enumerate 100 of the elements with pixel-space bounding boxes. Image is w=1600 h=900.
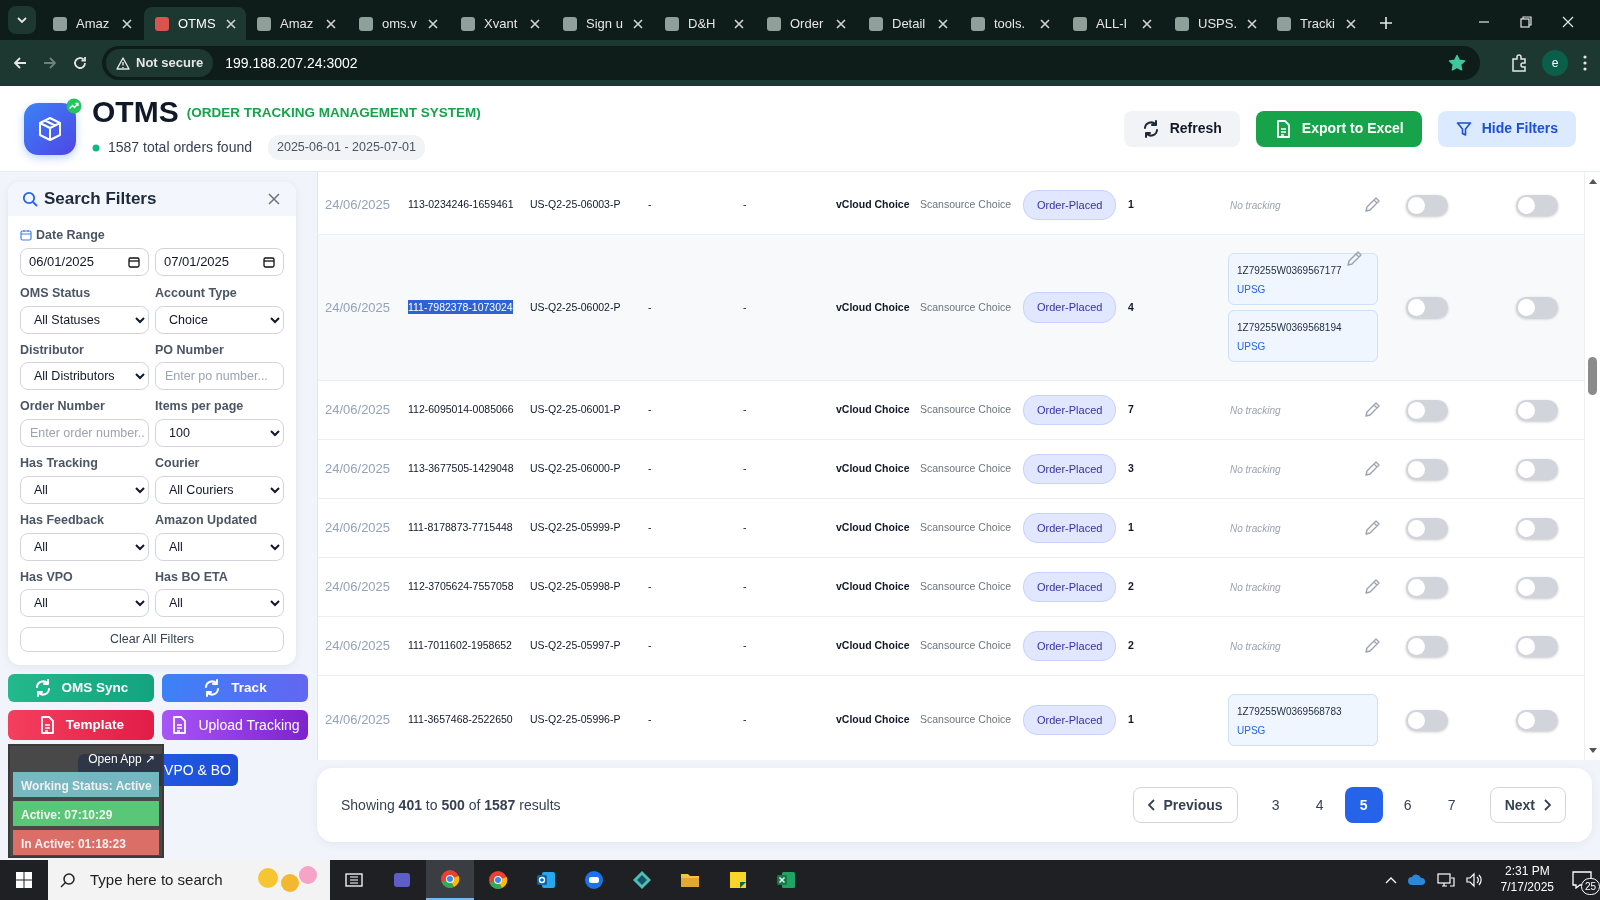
close-icon[interactable] xyxy=(1038,16,1052,31)
restore-icon[interactable] xyxy=(1520,16,1532,28)
close-icon[interactable] xyxy=(936,16,950,31)
toggle-switch[interactable] xyxy=(1516,576,1558,598)
close-icon[interactable] xyxy=(1140,16,1154,31)
browser-tab[interactable]: Xvant xyxy=(450,7,552,40)
page-button[interactable]: 7 xyxy=(1432,787,1471,823)
puzzle-icon[interactable] xyxy=(1510,54,1528,72)
toggle-switch[interactable] xyxy=(1406,399,1448,421)
scroll-down-icon[interactable] xyxy=(1587,748,1598,754)
close-icon[interactable] xyxy=(426,16,440,31)
next-button[interactable]: Next xyxy=(1489,787,1566,823)
close-icon[interactable] xyxy=(120,16,134,31)
select-field[interactable]: Choice xyxy=(155,305,284,334)
app-icon[interactable] xyxy=(632,870,652,890)
address-bar[interactable]: Not secure 199.188.207.24:3002 xyxy=(102,46,1480,80)
profile-avatar[interactable]: e xyxy=(1542,50,1568,76)
menu-icon[interactable] xyxy=(1582,54,1588,72)
select-field[interactable]: All Distributors xyxy=(20,362,149,391)
scroll-thumb[interactable] xyxy=(1588,357,1597,395)
select-field[interactable]: All xyxy=(20,589,149,618)
browser-tab[interactable]: Amaz xyxy=(246,7,348,40)
action-button[interactable]: Track xyxy=(162,674,308,702)
previous-button[interactable]: Previous xyxy=(1132,787,1238,823)
note-icon[interactable] xyxy=(728,870,748,890)
taskbar-search[interactable]: Type here to search xyxy=(48,860,330,900)
toggle-switch[interactable] xyxy=(1516,458,1558,480)
hide-filters-button[interactable]: Hide Filters xyxy=(1437,110,1576,147)
browser-icon[interactable] xyxy=(488,870,508,890)
page-button[interactable]: 4 xyxy=(1300,787,1339,823)
close-icon[interactable] xyxy=(223,16,238,31)
browser-tab[interactable]: Sign u xyxy=(552,7,654,40)
mail-app-icon[interactable] xyxy=(536,870,556,890)
browser-tab[interactable]: oms.v xyxy=(348,7,450,40)
toggle-switch[interactable] xyxy=(1516,709,1558,731)
close-icon[interactable] xyxy=(732,16,746,31)
browser-tab[interactable]: USPS. xyxy=(1164,7,1266,40)
select-field[interactable]: All xyxy=(155,589,284,618)
scroll-up-icon[interactable] xyxy=(1587,178,1598,184)
browser-tab[interactable]: Tracki xyxy=(1266,7,1368,40)
browser-tab[interactable]: D&H xyxy=(654,7,756,40)
date-field[interactable]: 07/01/2025 xyxy=(155,247,284,276)
cloud-icon[interactable] xyxy=(1406,874,1427,886)
network-icon[interactable] xyxy=(1436,872,1455,888)
date-field[interactable]: 06/01/2025 xyxy=(20,247,149,276)
bookmark-star-icon[interactable] xyxy=(1448,54,1466,72)
select-field[interactable]: All Statuses xyxy=(20,305,149,334)
page-button[interactable]: 3 xyxy=(1256,787,1295,823)
close-icon[interactable] xyxy=(324,16,338,31)
action-button[interactable]: Template xyxy=(8,710,154,740)
action-button[interactable]: Upload Tracking xyxy=(162,710,308,740)
toggle-switch[interactable] xyxy=(1406,194,1448,216)
tab-list-button[interactable] xyxy=(8,6,36,34)
refresh-button[interactable]: Refresh xyxy=(1123,110,1240,147)
app-icon[interactable] xyxy=(584,870,604,890)
toggle-switch[interactable] xyxy=(1516,297,1558,318)
clock-date[interactable]: 7/17/2025 xyxy=(1500,880,1554,896)
input-field[interactable]: Enter order number.. xyxy=(20,419,149,447)
toggle-switch[interactable] xyxy=(1516,399,1558,421)
close-icon[interactable] xyxy=(1344,16,1358,31)
select-field[interactable]: All xyxy=(20,475,149,504)
chevron-up-icon[interactable] xyxy=(1384,876,1397,884)
close-icon[interactable] xyxy=(528,16,542,31)
browser-tab[interactable]: OTMS xyxy=(144,7,246,40)
close-icon[interactable] xyxy=(630,16,645,31)
toggle-switch[interactable] xyxy=(1406,635,1448,657)
toggle-switch[interactable] xyxy=(1516,517,1558,539)
browser-tab[interactable]: Amaz xyxy=(42,7,144,40)
toggle-switch[interactable] xyxy=(1406,297,1448,318)
select-field[interactable]: All xyxy=(155,532,284,561)
page-button[interactable]: 5 xyxy=(1344,787,1383,823)
close-icon[interactable] xyxy=(834,16,848,31)
browser-tab[interactable]: Order xyxy=(756,7,858,40)
close-icon[interactable] xyxy=(1245,16,1259,31)
speaker-icon[interactable] xyxy=(1464,872,1483,888)
new-tab-icon[interactable] xyxy=(1378,15,1394,31)
browser-icon[interactable] xyxy=(440,869,460,889)
back-icon[interactable] xyxy=(12,55,28,71)
toggle-switch[interactable] xyxy=(1406,576,1448,598)
browser-tab[interactable]: tools. xyxy=(960,7,1062,40)
toggle-switch[interactable] xyxy=(1516,194,1558,216)
toggle-switch[interactable] xyxy=(1516,635,1558,657)
scrollbar[interactable] xyxy=(1584,172,1600,760)
page-button[interactable]: 6 xyxy=(1388,787,1427,823)
toggle-switch[interactable] xyxy=(1406,517,1448,539)
clock-time[interactable]: 2:31 PM xyxy=(1500,864,1554,880)
select-field[interactable]: All Couriers xyxy=(155,475,284,504)
clear-filters-button[interactable]: Clear All Filters xyxy=(20,627,284,653)
select-field[interactable]: 100 xyxy=(155,419,284,447)
spreadsheet-app-icon[interactable] xyxy=(776,870,796,890)
forward-icon[interactable] xyxy=(42,55,58,71)
open-app-link[interactable]: Open App ↗ xyxy=(13,746,159,768)
toggle-switch[interactable] xyxy=(1406,709,1448,731)
security-chip[interactable]: Not secure xyxy=(106,49,214,77)
toggle-switch[interactable] xyxy=(1406,458,1448,480)
browser-tab[interactable]: ALL-I xyxy=(1062,7,1164,40)
task-view-icon[interactable] xyxy=(344,870,364,890)
input-field[interactable]: Enter po number... xyxy=(155,362,284,391)
select-field[interactable]: All xyxy=(20,532,149,561)
reload-icon[interactable] xyxy=(72,55,88,71)
